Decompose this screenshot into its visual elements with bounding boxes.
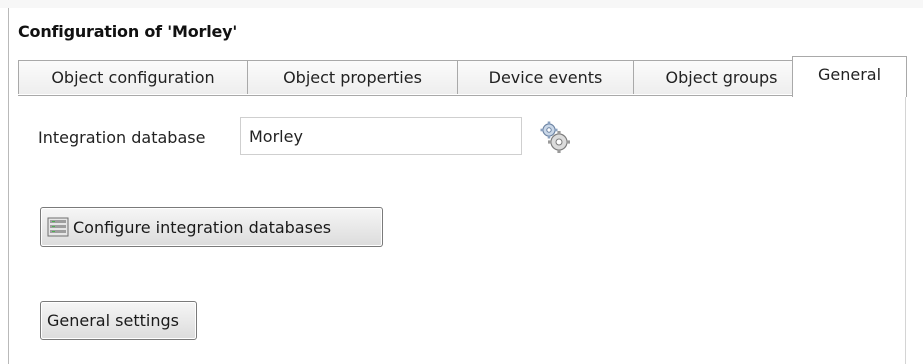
window-title: Configuration of 'Morley': [18, 22, 238, 41]
general-settings-button[interactable]: General settings: [40, 301, 197, 340]
gear-icon[interactable]: [539, 120, 571, 154]
window-top-strip: [0, 0, 923, 8]
configuration-window: Configuration of 'Morley' Object configu…: [0, 0, 923, 364]
tab-object-groups[interactable]: Object groups: [633, 60, 810, 94]
general-settings-label: General settings: [47, 311, 179, 330]
integration-database-label: Integration database: [38, 128, 206, 147]
configure-integration-databases-label: Configure integration databases: [73, 217, 332, 237]
database-icon: [47, 217, 69, 237]
panel-right-border: [905, 95, 906, 364]
tab-baseline: [18, 95, 906, 96]
tab-object-configuration[interactable]: Object configuration: [18, 60, 248, 94]
window-left-border: [8, 8, 9, 364]
tab-general[interactable]: General: [792, 56, 907, 97]
integration-database-input[interactable]: [240, 117, 522, 155]
tab-device-events[interactable]: Device events: [457, 60, 634, 94]
configure-integration-databases-button[interactable]: Configure integration databases: [40, 207, 383, 247]
tab-object-properties[interactable]: Object properties: [247, 60, 458, 94]
tab-bar: Object configuration Object properties D…: [18, 56, 923, 97]
